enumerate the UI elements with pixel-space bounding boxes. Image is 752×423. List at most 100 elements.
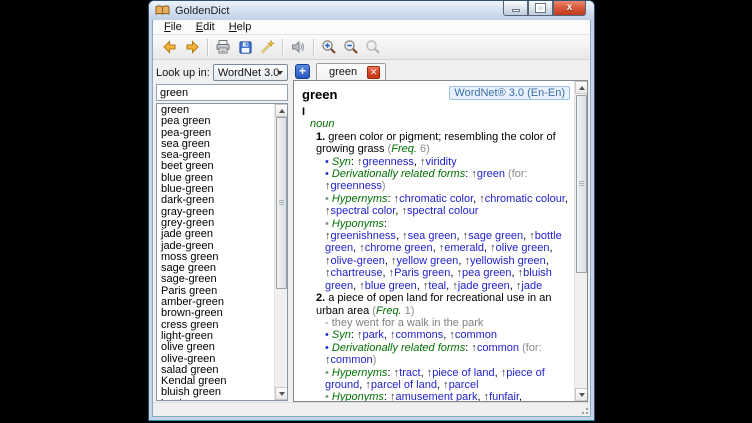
resize-grip-icon[interactable] bbox=[579, 405, 589, 415]
text-segment: green color or pigment; resembling the c… bbox=[316, 131, 556, 155]
article-link[interactable]: parcel bbox=[449, 379, 479, 391]
article-link[interactable]: common bbox=[477, 342, 519, 354]
article-link[interactable]: green bbox=[477, 168, 505, 180]
close-button[interactable]: x bbox=[553, 1, 586, 16]
article-link[interactable]: chromatic color bbox=[399, 193, 473, 205]
article-line: 1. green color or pigment; resembling th… bbox=[316, 131, 572, 156]
dictionary-badge[interactable]: WordNet® 3.0 (En-En) bbox=[449, 86, 570, 100]
menu-item-edit[interactable]: Edit bbox=[189, 21, 222, 33]
dictionary-group-select[interactable]: WordNet 3.0 bbox=[213, 64, 288, 81]
article-link[interactable]: viridity bbox=[426, 156, 457, 168]
menu-item-file[interactable]: File bbox=[157, 21, 189, 33]
text-segment: • bbox=[325, 193, 332, 205]
text-segment: , bbox=[519, 391, 522, 401]
article-link[interactable]: common bbox=[331, 354, 373, 366]
forward-button[interactable] bbox=[181, 37, 203, 58]
article-link[interactable]: piece of land bbox=[432, 367, 494, 379]
article-line: • Hyponyms: ↑amusement park, ↑funfair, ↑… bbox=[325, 391, 572, 401]
wordlist-item[interactable]: brown-green bbox=[157, 308, 274, 319]
article-link[interactable]: tract bbox=[399, 367, 420, 379]
article-link[interactable]: Paris green bbox=[394, 267, 450, 279]
article-link[interactable]: park bbox=[363, 329, 384, 341]
scan-popup-wand-icon bbox=[259, 39, 275, 55]
article-link[interactable]: greenness bbox=[363, 156, 414, 168]
zoom-reset-icon bbox=[365, 39, 381, 55]
wordlist-item[interactable]: jade green bbox=[157, 229, 274, 240]
maximize-button[interactable] bbox=[528, 1, 553, 16]
text-segment: 6) bbox=[417, 143, 430, 155]
article-link[interactable]: commons bbox=[396, 329, 444, 341]
article-link[interactable]: amusement park bbox=[396, 391, 478, 401]
article-link[interactable]: chrome green bbox=[365, 242, 433, 254]
article-line: • Syn: ↑greenness, ↑viridity bbox=[325, 156, 572, 168]
article-link[interactable]: olive green bbox=[496, 242, 550, 254]
minimize-icon bbox=[512, 9, 520, 12]
article-line: I bbox=[302, 106, 572, 118]
article-scrollbar[interactable] bbox=[574, 81, 587, 401]
article-link[interactable]: chartreuse bbox=[331, 267, 383, 279]
article-line: • Hypernyms: ↑tract, ↑piece of land, ↑pi… bbox=[325, 367, 572, 392]
article-link[interactable]: jade bbox=[521, 280, 542, 292]
article-link[interactable]: funfair bbox=[489, 391, 519, 401]
text-segment: Hypernyms bbox=[332, 193, 388, 205]
article-link[interactable]: greenishness bbox=[331, 230, 396, 242]
zoom-out-button[interactable] bbox=[340, 37, 362, 58]
text-segment: • bbox=[325, 218, 332, 230]
text-segment: ) bbox=[373, 354, 377, 366]
scroll-up-icon[interactable] bbox=[575, 81, 588, 94]
article-link[interactable]: yellowish green bbox=[470, 255, 546, 267]
tab-bar: + green ✕ bbox=[293, 62, 588, 80]
article-link[interactable]: olive-green bbox=[331, 255, 385, 267]
article-link[interactable]: common bbox=[455, 329, 497, 341]
article-link[interactable]: teal bbox=[428, 280, 446, 292]
article-link[interactable]: blue green bbox=[365, 280, 417, 292]
text-segment: noun bbox=[310, 118, 334, 130]
article-scroll-thumb[interactable] bbox=[576, 95, 587, 273]
menu-item-help[interactable]: Help bbox=[222, 21, 259, 33]
article-link[interactable]: greenness bbox=[331, 180, 382, 192]
zoom-reset-button[interactable] bbox=[362, 37, 384, 58]
article-link[interactable]: emerald bbox=[444, 242, 484, 254]
pronounce-button[interactable] bbox=[287, 37, 309, 58]
scroll-down-icon[interactable] bbox=[575, 388, 588, 401]
text-segment: 2. bbox=[316, 292, 328, 304]
save-article-button[interactable] bbox=[234, 37, 256, 58]
wordlist-item[interactable]: olive green bbox=[157, 342, 274, 353]
zoom-out-icon bbox=[343, 39, 359, 55]
maximize-icon bbox=[536, 4, 545, 12]
article-link[interactable]: chromatic colour bbox=[485, 193, 565, 205]
wordlist-item[interactable]: bottle green bbox=[157, 399, 274, 400]
wordlist-scroll-thumb[interactable] bbox=[276, 117, 287, 289]
article-lines: Inoun1. green color or pigment; resembli… bbox=[302, 106, 572, 401]
article-link[interactable]: sea green bbox=[408, 230, 457, 242]
wordlist-item[interactable]: pea green bbox=[157, 116, 274, 127]
tab-green[interactable]: green ✕ bbox=[316, 63, 386, 80]
scroll-up-icon[interactable] bbox=[275, 104, 288, 117]
article-link[interactable]: spectral color bbox=[331, 205, 396, 217]
minimize-button[interactable] bbox=[503, 1, 528, 16]
article-link[interactable]: spectral colour bbox=[407, 205, 479, 217]
article-link[interactable]: sage green bbox=[468, 230, 523, 242]
save-article-icon bbox=[238, 40, 253, 55]
print-button[interactable] bbox=[212, 37, 234, 58]
text-segment: I bbox=[302, 106, 305, 118]
text-segment: • bbox=[325, 391, 332, 401]
scan-popup-button[interactable] bbox=[256, 37, 278, 58]
wordlist-scrollbar[interactable] bbox=[274, 104, 287, 400]
add-tab-button[interactable]: + bbox=[295, 64, 310, 79]
dictionary-group-value: WordNet 3.0 bbox=[218, 67, 280, 79]
zoom-in-button[interactable] bbox=[318, 37, 340, 58]
article-link[interactable]: jade green bbox=[458, 280, 510, 292]
article-link[interactable]: parcel of land bbox=[371, 379, 437, 391]
article-link[interactable]: yellow green bbox=[397, 255, 459, 267]
scroll-down-icon[interactable] bbox=[275, 387, 288, 400]
back-button[interactable] bbox=[159, 37, 181, 58]
article-link[interactable]: pea green bbox=[462, 267, 512, 279]
text-segment: Hypernyms bbox=[332, 367, 388, 379]
title-bar[interactable]: GoldenDict x bbox=[149, 1, 594, 20]
tab-close-button[interactable]: ✕ bbox=[367, 66, 380, 79]
menu-bar: FileEditHelp bbox=[153, 20, 590, 35]
pronounce-sound-icon bbox=[290, 39, 306, 55]
search-input[interactable] bbox=[156, 84, 288, 101]
wordlist-item[interactable]: dark-green bbox=[157, 195, 274, 206]
